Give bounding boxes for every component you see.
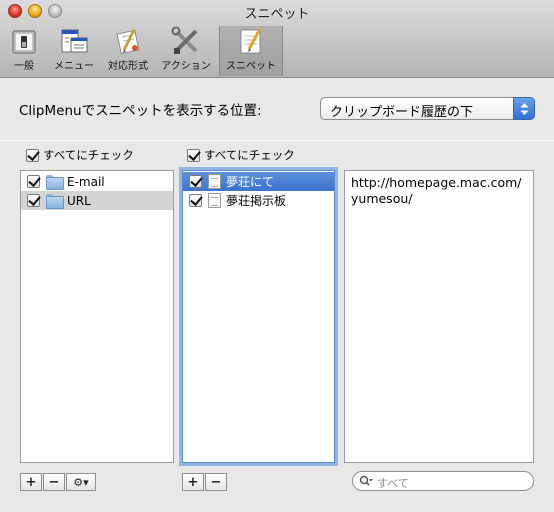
snippets-list[interactable]: 夢荘にて 夢荘掲示板	[182, 170, 335, 463]
toolbar-item-general[interactable]: 一般	[2, 26, 46, 76]
snippets-check-all[interactable]: すべてにチェック	[187, 147, 295, 163]
toolbar-item-formats[interactable]: 対応形式	[102, 26, 154, 76]
folders-check-all[interactable]: すべてにチェック	[26, 147, 134, 163]
snippet-label: 夢荘掲示板	[226, 194, 287, 208]
snippet-doc-icon	[208, 193, 221, 208]
position-label: ClipMenuでスニペットを表示する位置:	[19, 103, 262, 119]
window-title: スニペット	[244, 7, 310, 22]
toolbar-label: アクション	[161, 61, 211, 72]
add-snippet-button[interactable]: +	[182, 473, 204, 491]
folders-list[interactable]: E-mail URL	[20, 170, 174, 463]
list-item[interactable]: 夢荘掲示板	[183, 191, 334, 210]
remove-folder-button[interactable]: −	[43, 473, 65, 491]
list-item[interactable]: URL	[21, 191, 173, 210]
folder-label: E-mail	[67, 174, 105, 189]
formats-icon	[113, 26, 143, 56]
toolbar-label: 一般	[14, 61, 34, 72]
gear-icon: ⚙▾	[73, 475, 89, 489]
add-folder-button[interactable]: +	[20, 473, 42, 491]
position-popup-value: クリップボード履歴の下	[330, 105, 474, 120]
checkbox[interactable]	[26, 148, 39, 162]
toolbar: スニペット 一般 メニュー 対応形式 アクション スニペット	[0, 0, 554, 78]
remove-snippet-button[interactable]: −	[205, 473, 227, 491]
snippet-content-editor[interactable]: http://homepage.mac.com/ yumesou/	[344, 170, 534, 463]
separator	[0, 140, 554, 141]
checkbox[interactable]	[189, 194, 202, 207]
folder-icon	[46, 194, 64, 209]
toolbar-item-snippets[interactable]: スニペット	[219, 26, 283, 76]
popup-arrows-icon	[513, 97, 535, 120]
snippet-content-text: http://homepage.mac.com/ yumesou/	[351, 175, 522, 206]
menu-icon	[59, 26, 89, 56]
preferences-window: スニペット 一般 メニュー 対応形式 アクション スニペット ClipMenuで…	[0, 0, 554, 512]
general-switch-icon	[9, 26, 39, 56]
checkbox[interactable]	[27, 194, 40, 207]
toolbar-item-actions[interactable]: アクション	[156, 26, 216, 76]
search-placeholder: すべて	[377, 477, 409, 490]
list-item[interactable]: E-mail	[21, 172, 173, 191]
search-field[interactable]: すべて	[352, 471, 534, 491]
toolbar-label: スニペット	[226, 61, 276, 72]
search-icon	[359, 475, 373, 490]
folder-label: URL	[67, 193, 91, 208]
toolbar-label: メニュー	[54, 61, 94, 72]
toolbar-item-menu[interactable]: メニュー	[48, 26, 100, 76]
checkbox[interactable]	[187, 148, 200, 162]
folder-icon	[46, 175, 64, 190]
toolbar-label: 対応形式	[108, 61, 148, 72]
check-all-label: すべてにチェック	[204, 148, 295, 162]
snippet-icon	[236, 26, 266, 56]
check-all-label: すべてにチェック	[43, 148, 134, 162]
list-item[interactable]: 夢荘にて	[183, 172, 334, 191]
checkbox[interactable]	[27, 175, 40, 188]
tools-icon	[171, 26, 201, 56]
snippet-doc-icon	[208, 174, 221, 189]
position-popup[interactable]: クリップボード履歴の下	[320, 97, 535, 120]
gear-menu-button[interactable]: ⚙▾	[66, 473, 96, 491]
snippet-label: 夢荘にて	[226, 175, 275, 189]
checkbox[interactable]	[189, 175, 202, 188]
